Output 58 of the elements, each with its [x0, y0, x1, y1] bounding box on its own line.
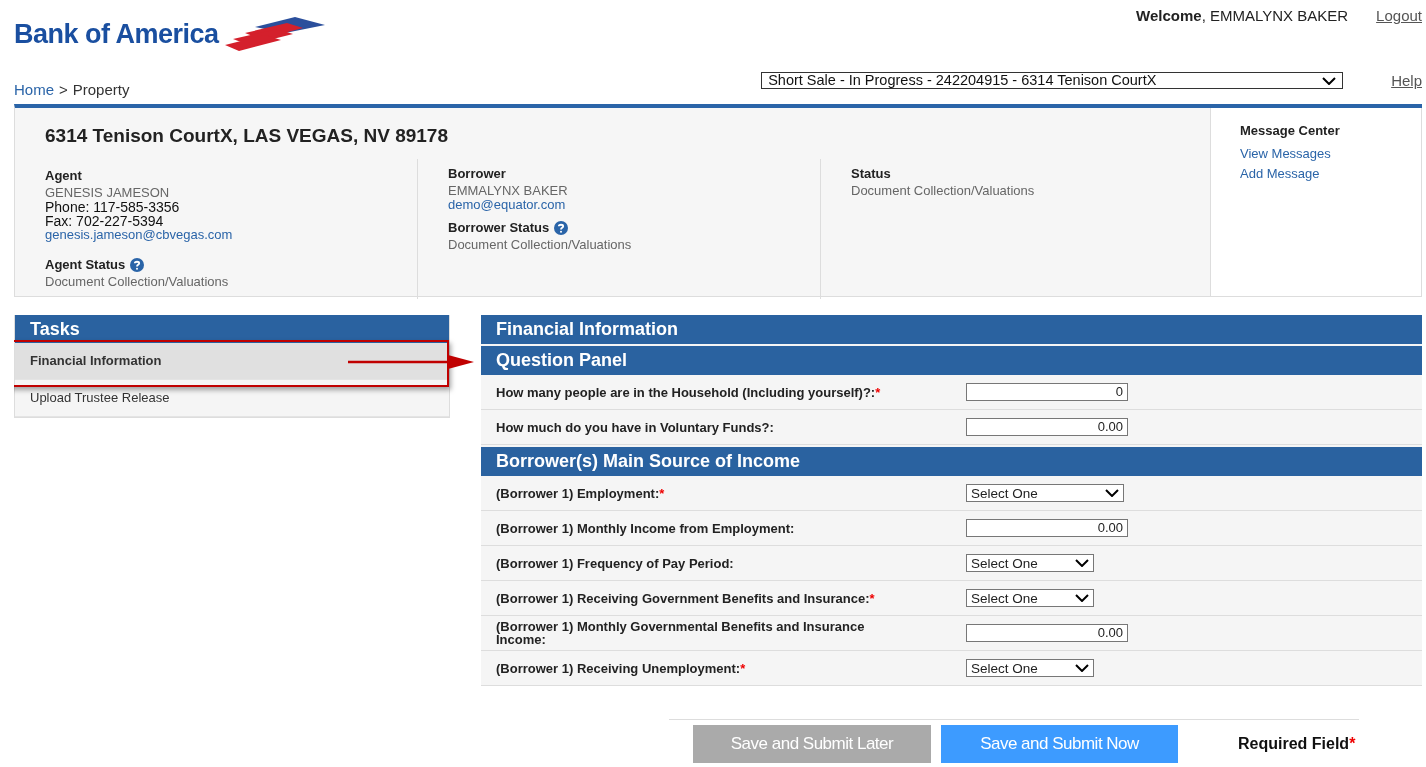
- required-field-note: Required Field*: [1238, 735, 1356, 753]
- agent-fax: Fax: 702-227-5394: [45, 214, 164, 228]
- help-icon[interactable]: [554, 221, 569, 235]
- chevron-icon: [1075, 559, 1089, 567]
- agent-email-link[interactable]: genesis.jameson@cbvegas.com: [45, 228, 233, 242]
- borrower-email-link[interactable]: demo@equator.com: [448, 198, 566, 212]
- arrow-icon: [348, 354, 474, 370]
- message-link[interactable]: View Messages: [1240, 146, 1331, 161]
- task-item[interactable]: Financial Information: [15, 343, 449, 380]
- select-dropdown[interactable]: Select One: [966, 484, 1124, 502]
- logout-link[interactable]: Logout: [1376, 7, 1422, 72]
- borrower-status: Document Collection/Valuations: [448, 238, 632, 252]
- select-dropdown[interactable]: Select One: [966, 589, 1094, 607]
- field-label: (Borrower 1) Monthly Governmental Benefits and Insurance Income:: [496, 619, 866, 646]
- chevron-icon: [1322, 76, 1337, 85]
- borrower-name: EMMALYNX BAKER: [448, 184, 568, 198]
- field-label: (Borrower 1) Receiving Unemployment:*: [496, 661, 746, 675]
- input-field[interactable]: 0.00: [966, 519, 1128, 537]
- message-center-title: Message Center: [1240, 123, 1340, 138]
- form-header: Financial Information: [481, 315, 1422, 344]
- select-dropdown[interactable]: Select One: [966, 659, 1094, 677]
- field-label: (Borrower 1) Frequency of Pay Period:: [496, 556, 734, 570]
- chevron-icon: [1105, 489, 1119, 497]
- agent-heading: Agent: [45, 169, 82, 183]
- agent-status: Document Collection/Valuations: [45, 275, 229, 289]
- message-link[interactable]: Add Message: [1240, 166, 1320, 181]
- property-dropdown[interactable]: Short Sale - In Progress - 242204915 - 6314 Tenison CourtX: [761, 72, 1344, 89]
- logo-text: Bank of America: [14, 18, 219, 51]
- field-label: How many people are in the Household (Including yourself)?:*: [496, 385, 881, 399]
- flag-logo-icon: [224, 17, 325, 51]
- breadcrumb-text: Property: [72, 81, 130, 98]
- section-header: Question Panel: [481, 346, 1422, 375]
- agent-name: GENESIS JAMESON: [45, 186, 170, 200]
- status-text: Document Collection/Valuations: [851, 184, 1035, 198]
- section-header: Borrower(s) Main Source of Income: [481, 447, 1422, 476]
- input-field[interactable]: 0: [966, 383, 1128, 401]
- property-address: 6314 Tenison CourtX, LAS VEGAS, NV 89178: [45, 125, 449, 147]
- field-label: (Borrower 1) Receiving Government Benefits and Insurance:*: [496, 591, 875, 605]
- task-item[interactable]: Upload Trustee Release: [15, 380, 449, 417]
- borrower-heading: Borrower: [448, 167, 506, 181]
- select-dropdown[interactable]: Select One: [966, 554, 1094, 572]
- breadcrumb-text: >: [59, 81, 68, 98]
- tasks-header: Tasks: [15, 315, 449, 343]
- chevron-icon: [1075, 594, 1089, 602]
- welcome-text: Welcome, EMMALYNX BAKER: [1136, 7, 1349, 26]
- help-link[interactable]: Help: [1391, 72, 1422, 89]
- help-icon[interactable]: [130, 258, 145, 272]
- field-label: (Borrower 1) Monthly Income from Employment:: [496, 521, 795, 535]
- breadcrumb-link[interactable]: Home: [14, 81, 54, 98]
- field-label: (Borrower 1) Employment:*: [496, 486, 665, 500]
- input-field[interactable]: 0.00: [966, 418, 1128, 436]
- input-field[interactable]: 0.00: [966, 624, 1128, 642]
- status-heading: Status: [851, 167, 891, 181]
- agent-status-heading: Agent Status: [45, 258, 126, 272]
- borrower-status-heading: Borrower Status: [448, 221, 550, 235]
- agent-phone: Phone: 117-585-3356: [45, 200, 180, 214]
- chevron-icon: [1075, 664, 1089, 672]
- field-label: How much do you have in Voluntary Funds?:: [496, 420, 774, 434]
